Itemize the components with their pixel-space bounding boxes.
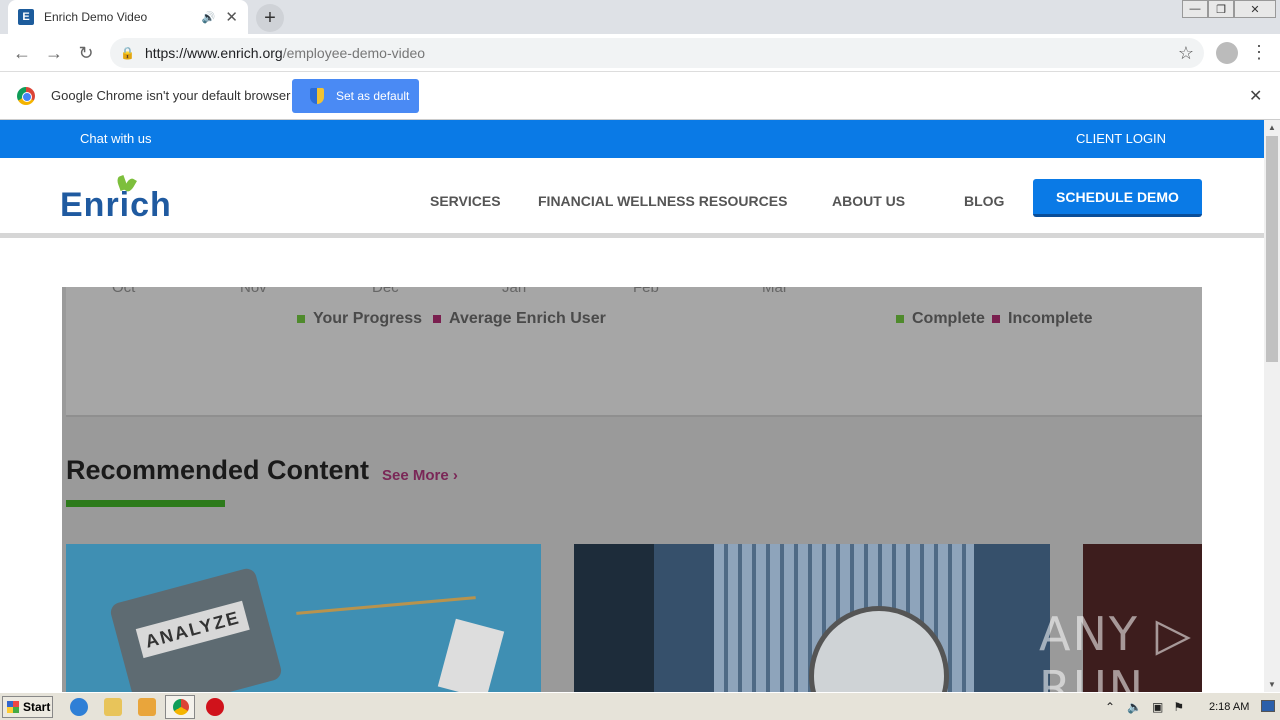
windows-logo-icon (7, 701, 19, 713)
month-label: Mar (762, 287, 788, 296)
anyrun-watermark: ANY ▷ RUN (1039, 607, 1193, 692)
profile-avatar-icon[interactable] (1216, 42, 1238, 64)
legend-label: Your Progress (313, 310, 423, 327)
nav-blog[interactable]: BLOG (964, 193, 1004, 209)
legend-label: Incomplete (1008, 310, 1093, 327)
scroll-down-icon[interactable]: ▼ (1268, 680, 1276, 689)
file-explorer-icon[interactable] (104, 698, 122, 716)
legend-complete: Complete (896, 310, 985, 328)
reload-button[interactable]: ↻ (74, 41, 98, 65)
legend-swatch (896, 315, 904, 323)
client-login-link[interactable]: CLIENT LOGIN (1076, 131, 1166, 146)
recommended-content-title: Recommended Content (66, 455, 370, 485)
show-desktop-icon[interactable] (1261, 700, 1275, 712)
scroll-up-icon[interactable]: ▲ (1268, 123, 1276, 132)
start-button[interactable]: Start (2, 696, 53, 718)
infobar-message: Google Chrome isn't your default browser (51, 88, 291, 103)
calculator-image: ANALYZE (108, 566, 284, 692)
logo-text: Enrich (60, 186, 172, 224)
legend-label: Average Enrich User (449, 310, 606, 327)
title-underline (66, 500, 225, 507)
nav-about-us[interactable]: ABOUT US (832, 193, 905, 209)
enrich-favicon-icon: E (18, 9, 34, 25)
legend-label: Complete (912, 310, 985, 327)
action-center-flag-icon[interactable]: ⚑ (1173, 700, 1184, 714)
tab-strip: E Enrich Demo Video 🔊 ✕ + — ❐ ✕ (0, 0, 1280, 34)
site-header: Enrich SERVICES FINANCIAL WELLNESS RESOU… (0, 158, 1264, 238)
legend-swatch (433, 315, 441, 323)
progress-chart-panel: Oct Nov Dec Jan Feb Mar Your Progress Av… (66, 287, 1202, 417)
chrome-logo-icon (17, 87, 35, 105)
month-label: Oct (112, 287, 136, 296)
uac-shield-icon (310, 88, 324, 104)
legend-your-progress: Your Progress (297, 310, 422, 328)
set-as-default-label: Set as default (336, 89, 410, 103)
browser-toolbar: ← → ↻ 🔒 https://www.enrich.org/employee-… (0, 34, 1280, 72)
system-tray: ⌃ 🔈 ▣ ⚑ (1105, 693, 1184, 720)
month-label: Nov (240, 287, 267, 296)
infobar-close-icon[interactable]: ✕ (1249, 86, 1262, 106)
forward-button[interactable]: → (42, 41, 66, 65)
chat-link[interactable]: Chat with us (80, 131, 152, 146)
nav-financial-wellness-resources[interactable]: FINANCIAL WELLNESS RESOURCES (538, 193, 787, 209)
legend-swatch (992, 315, 1000, 323)
nav-services[interactable]: SERVICES (430, 193, 501, 209)
schedule-demo-button[interactable]: SCHEDULE DEMO (1033, 179, 1202, 217)
building-shadow (574, 544, 654, 692)
url-path: /employee-demo-video (282, 45, 426, 61)
calculator-screen: ANALYZE (135, 600, 250, 659)
browser-tab[interactable]: E Enrich Demo Video 🔊 ✕ (8, 0, 248, 34)
audio-playing-icon[interactable]: 🔊 (202, 11, 216, 24)
internet-explorer-icon[interactable] (70, 698, 88, 716)
month-label: Dec (372, 287, 399, 296)
chrome-icon (173, 699, 189, 715)
chrome-taskbar-button[interactable] (165, 695, 195, 719)
bookmark-star-icon[interactable]: ☆ (1178, 43, 1194, 64)
lock-icon[interactable]: 🔒 (120, 46, 135, 60)
see-more-link: See More › (382, 467, 458, 484)
url-host: https://www.enrich.org (144, 45, 283, 61)
content-card-building (574, 544, 1050, 692)
network-icon[interactable]: ▣ (1152, 700, 1163, 714)
demo-video-player[interactable]: Oct Nov Dec Jan Feb Mar Your Progress Av… (62, 287, 1202, 692)
receipt-image (437, 618, 505, 692)
tab-title: Enrich Demo Video (44, 10, 148, 24)
set-as-default-button[interactable]: Set as default (292, 79, 419, 113)
taskbar-clock[interactable]: 2:18 AM (1209, 701, 1249, 713)
month-label: Jan (502, 287, 527, 296)
volume-icon[interactable]: 🔈 (1127, 700, 1142, 714)
default-browser-infobar: Google Chrome isn't your default browser… (0, 72, 1280, 120)
tab-close-icon[interactable]: ✕ (225, 8, 238, 26)
restore-button[interactable]: ❐ (1208, 0, 1234, 18)
opera-icon[interactable] (206, 698, 224, 716)
site-topbar: Chat with us CLIENT LOGIN (0, 120, 1264, 158)
new-tab-button[interactable]: + (256, 4, 284, 32)
address-bar[interactable]: 🔒 https://www.enrich.org/employee-demo-v… (110, 38, 1204, 68)
legend-swatch (297, 315, 305, 323)
page-scrollbar[interactable]: ▲ ▼ (1264, 120, 1280, 692)
balance-scale-image (296, 596, 476, 615)
media-player-icon[interactable] (138, 698, 156, 716)
month-label: Feb (633, 287, 659, 296)
page-viewport: Chat with us CLIENT LOGIN Enrich SERVICE… (0, 120, 1264, 692)
start-label: Start (23, 700, 51, 714)
window-close-button[interactable]: ✕ (1234, 0, 1276, 18)
chrome-menu-icon[interactable]: ⋮ (1250, 42, 1268, 63)
scrollbar-thumb[interactable] (1266, 136, 1278, 362)
minimize-button[interactable]: — (1182, 0, 1208, 18)
back-button[interactable]: ← (10, 41, 34, 65)
enrich-logo[interactable]: Enrich (60, 175, 172, 226)
legend-average-user: Average Enrich User (433, 310, 606, 328)
windows-taskbar: Start ⌃ 🔈 ▣ ⚑ 2:18 AM (0, 692, 1280, 720)
legend-incomplete: Incomplete (992, 310, 1092, 328)
tray-expand-icon[interactable]: ⌃ (1105, 700, 1115, 714)
content-card-analyze: ANALYZE (66, 544, 541, 692)
